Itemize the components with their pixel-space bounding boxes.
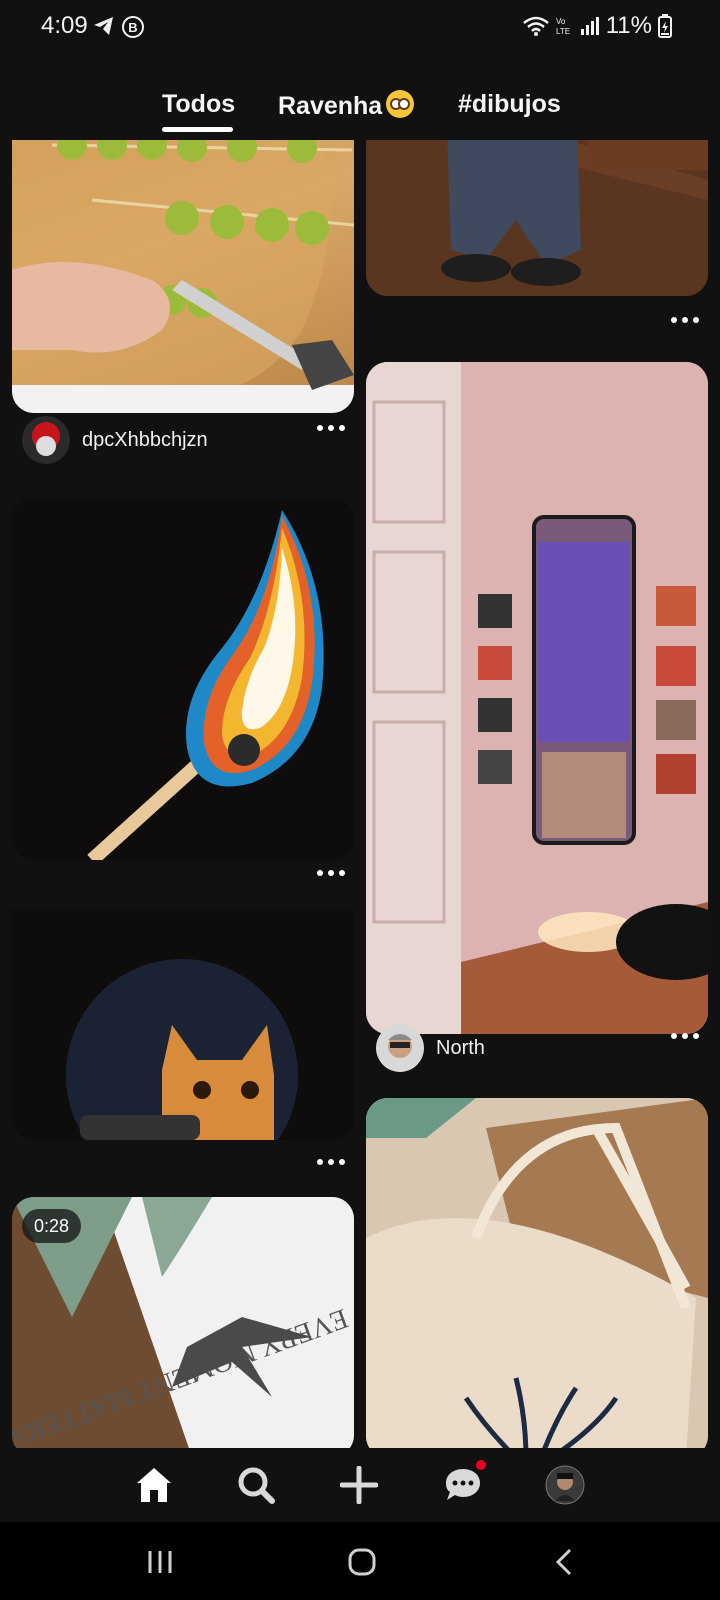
chat-icon bbox=[446, 1469, 480, 1500]
messages-button[interactable] bbox=[440, 1460, 486, 1508]
pin-room-mirror[interactable] bbox=[366, 362, 708, 1034]
active-tab-indicator bbox=[162, 127, 233, 132]
pin-feed[interactable]: dpcXhbbchjzn EVERY MATTERS 0:28 North bbox=[0, 140, 720, 1448]
more-options-button[interactable] bbox=[668, 312, 702, 328]
pin-match-painting-image bbox=[12, 498, 354, 860]
system-navigation-bar bbox=[0, 1522, 720, 1600]
home-button[interactable] bbox=[131, 1462, 177, 1508]
plus-icon bbox=[340, 1466, 378, 1504]
home-icon bbox=[137, 1468, 171, 1502]
flushed-emoji-icon bbox=[386, 90, 415, 118]
tab-dibujos[interactable]: #dibujos bbox=[458, 90, 561, 119]
telegram-icon bbox=[94, 17, 113, 35]
profile-button[interactable] bbox=[542, 1462, 588, 1508]
svg-text:B: B bbox=[128, 20, 137, 35]
pin-grape-hearts[interactable] bbox=[12, 140, 354, 413]
pin-baggy-jeans[interactable] bbox=[366, 140, 708, 296]
recents-button[interactable] bbox=[140, 1542, 180, 1582]
tab-ravenha-label: Ravenha bbox=[278, 92, 383, 120]
svg-text:LTE: LTE bbox=[556, 27, 570, 36]
signal-icon bbox=[580, 17, 599, 35]
more-options-button[interactable] bbox=[314, 865, 348, 881]
home-circle-icon bbox=[348, 1548, 376, 1576]
author-avatar[interactable] bbox=[22, 416, 70, 464]
volte-icon: Vo LTE bbox=[556, 17, 570, 36]
more-options-button[interactable] bbox=[314, 420, 348, 436]
pin-grape-hearts-image bbox=[12, 140, 354, 413]
author-name[interactable]: North bbox=[436, 1037, 485, 1060]
battery-percent: 11% bbox=[605, 12, 652, 39]
pin-author-row[interactable]: North bbox=[376, 1024, 485, 1072]
more-options-button[interactable] bbox=[668, 1028, 702, 1044]
pin-cat-circle-image bbox=[12, 910, 354, 1140]
bottom-navigation bbox=[0, 1448, 720, 1522]
system-home-button[interactable] bbox=[342, 1542, 382, 1582]
author-avatar-image bbox=[376, 1024, 424, 1072]
video-duration-badge: 0:28 bbox=[22, 1209, 82, 1243]
pin-author-row[interactable]: dpcXhbbchjzn bbox=[22, 416, 208, 464]
tab-todos[interactable]: Todos bbox=[162, 90, 235, 119]
tab-todos-label: Todos bbox=[162, 90, 236, 118]
profile-avatar bbox=[545, 1465, 585, 1505]
notification-dot bbox=[476, 1460, 486, 1470]
status-time: 4:09 bbox=[41, 12, 88, 39]
back-icon bbox=[555, 1548, 572, 1576]
business-b-icon: B bbox=[122, 16, 144, 38]
back-button[interactable] bbox=[544, 1542, 584, 1582]
status-right: Vo LTE 11% bbox=[522, 12, 672, 40]
pin-baggy-jeans-image bbox=[366, 140, 708, 296]
pin-match-painting[interactable] bbox=[12, 498, 354, 860]
battery-icon bbox=[658, 14, 672, 38]
wifi-icon bbox=[522, 16, 549, 36]
pin-tote-bag-image bbox=[366, 1098, 708, 1448]
author-name[interactable]: dpcXhbbchjzn bbox=[82, 429, 208, 452]
svg-text:Vo: Vo bbox=[556, 17, 566, 26]
tab-dibujos-label: #dibujos bbox=[458, 90, 561, 118]
author-avatar-image bbox=[22, 416, 70, 464]
search-icon bbox=[238, 1467, 275, 1504]
create-button[interactable] bbox=[336, 1462, 382, 1508]
pin-tote-bag[interactable] bbox=[366, 1098, 708, 1448]
pin-origami-plane-video[interactable]: EVERY MOMENT MATTERS 0:28 bbox=[12, 1197, 354, 1448]
board-tabs: Todos Ravenha #dibujos bbox=[0, 84, 720, 134]
status-bar: 4:09 B Vo LTE 11% bbox=[0, 0, 720, 56]
tab-ravenha[interactable]: Ravenha bbox=[278, 90, 415, 121]
more-options-button[interactable] bbox=[314, 1154, 348, 1170]
recents-icon bbox=[148, 1551, 172, 1573]
pin-cat-circle[interactable] bbox=[12, 910, 354, 1140]
search-button[interactable] bbox=[233, 1462, 279, 1508]
pin-room-mirror-image bbox=[366, 362, 708, 1034]
author-avatar[interactable] bbox=[376, 1024, 424, 1072]
